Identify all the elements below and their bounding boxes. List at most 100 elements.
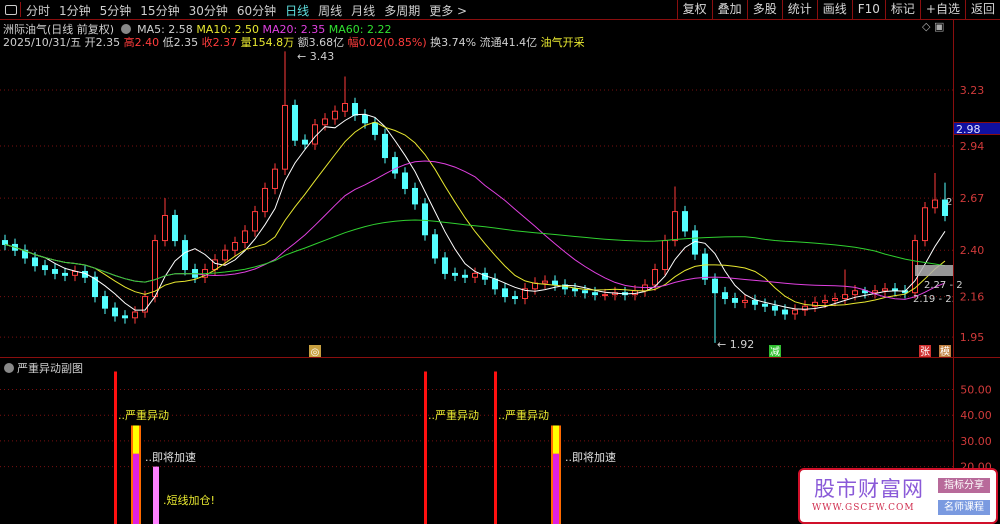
candle-body bbox=[662, 240, 668, 271]
candle-body bbox=[282, 104, 288, 170]
add-position-signal-bar bbox=[153, 466, 159, 524]
accelerate-signal-base bbox=[553, 453, 559, 524]
candle-body bbox=[332, 110, 338, 120]
candle-body bbox=[262, 187, 268, 213]
range-label-2: 2.19 - 2. bbox=[913, 294, 955, 305]
candle-body bbox=[672, 211, 678, 242]
mark-button[interactable]: 标记 bbox=[884, 0, 920, 19]
signal-label: ..即将加速 bbox=[565, 451, 616, 464]
restore-rights-button[interactable]: 复权 bbox=[676, 0, 712, 19]
candle-body bbox=[682, 211, 688, 232]
y-axis-line bbox=[953, 20, 954, 524]
candle-body bbox=[442, 257, 448, 274]
candle-body bbox=[572, 288, 578, 292]
candle-body bbox=[342, 103, 348, 112]
candle-body bbox=[452, 272, 458, 276]
y-tick-label: 2.16 bbox=[960, 291, 985, 304]
candle-body bbox=[502, 288, 508, 298]
candle-body bbox=[272, 168, 278, 189]
y-tick-label: 3.23 bbox=[960, 84, 985, 97]
candle-body bbox=[392, 157, 398, 174]
candle-body bbox=[252, 211, 258, 232]
back-button[interactable]: 返回 bbox=[964, 0, 1000, 19]
candle-body bbox=[42, 265, 48, 271]
candle-body bbox=[832, 297, 838, 301]
candle-body bbox=[292, 104, 298, 141]
signal-label: .短线加仓! bbox=[163, 493, 215, 507]
candle-body bbox=[372, 122, 378, 135]
candle-body bbox=[112, 307, 118, 317]
panel-toggle-icon[interactable] bbox=[2, 2, 21, 17]
candle-body bbox=[232, 242, 238, 251]
candle-body bbox=[62, 272, 68, 276]
candle-body bbox=[762, 303, 768, 307]
y-tick-label: 2.67 bbox=[960, 192, 985, 205]
signal-label: ..即将加速 bbox=[145, 451, 196, 464]
candle-body bbox=[722, 292, 728, 299]
candle-body bbox=[32, 257, 38, 267]
signal-label: ..严重异动 bbox=[498, 408, 549, 422]
candle-body bbox=[882, 288, 888, 292]
candle-body bbox=[152, 240, 158, 298]
tab-multi-period[interactable]: 多周期 bbox=[384, 2, 420, 19]
right-buttons: 复权 叠加 多股 统计 画线 F10 标记 +自选 返回 bbox=[676, 0, 1000, 19]
tab-more[interactable]: 更多 > bbox=[429, 2, 467, 19]
candle-body bbox=[772, 305, 778, 311]
candle-body bbox=[352, 103, 358, 116]
candle-body bbox=[732, 297, 738, 303]
accelerate-signal-top bbox=[553, 425, 559, 454]
candle-body bbox=[472, 272, 478, 278]
y-tick-label: 2.40 bbox=[960, 244, 985, 257]
candle-body bbox=[402, 172, 408, 189]
accelerate-signal-top bbox=[133, 425, 139, 454]
draw-line-button[interactable]: 画线 bbox=[816, 0, 852, 19]
price-chart[interactable]: 3.23 2.94 2.67 2.40 2.16 1.95 ← 3.43 ← 1.92 2.27… bbox=[0, 20, 1000, 358]
candle-body bbox=[592, 292, 598, 296]
last-marker-label: 2 bbox=[946, 197, 952, 208]
y-tick-label: 30.00 bbox=[960, 435, 992, 448]
candle-body bbox=[322, 118, 328, 126]
tab-weekly[interactable]: 周线 bbox=[318, 2, 342, 19]
watermark-url: WWW.GSCFW.COM bbox=[812, 503, 915, 513]
tab-60min[interactable]: 60分钟 bbox=[237, 2, 276, 19]
tab-daily[interactable]: 日线 bbox=[285, 2, 309, 19]
tab-fenshi[interactable]: 分时 bbox=[26, 2, 50, 19]
y-tick-label: 40.00 bbox=[960, 409, 992, 422]
tab-monthly[interactable]: 月线 bbox=[351, 2, 375, 19]
watermark-tag1: 指标分享 bbox=[938, 478, 990, 493]
y-tick-label: 50.00 bbox=[960, 384, 992, 397]
candle-body bbox=[382, 133, 388, 159]
statistics-button[interactable]: 统计 bbox=[781, 0, 817, 19]
tab-5min[interactable]: 5分钟 bbox=[100, 2, 132, 19]
candle-body bbox=[182, 240, 188, 271]
watermark-logo: 股市财富网 WWW.GSCFW.COM 指标分享 名师课程 bbox=[798, 468, 998, 524]
candle-body bbox=[512, 296, 518, 299]
tab-30min[interactable]: 30分钟 bbox=[189, 2, 228, 19]
signal-label: ..严重异动 bbox=[118, 408, 169, 422]
candle-body bbox=[2, 240, 8, 245]
add-watchlist-button[interactable]: +自选 bbox=[919, 0, 965, 19]
candle-body bbox=[492, 278, 498, 290]
candle-body bbox=[742, 299, 748, 303]
severe-signal-bar bbox=[494, 371, 497, 524]
candle-body bbox=[712, 278, 718, 294]
candle-body bbox=[922, 207, 928, 242]
range-label-1: 2.27 - 2 bbox=[924, 280, 963, 291]
candle-body bbox=[412, 187, 418, 205]
candle-body bbox=[172, 214, 178, 242]
severe-signal-bar bbox=[114, 371, 117, 524]
f10-button[interactable]: F10 bbox=[851, 0, 885, 19]
candle-body bbox=[652, 269, 658, 286]
multi-stock-button[interactable]: 多股 bbox=[746, 0, 782, 19]
candle-body bbox=[432, 234, 438, 259]
max-price-label: ← 3.43 bbox=[297, 50, 334, 63]
tab-15min[interactable]: 15分钟 bbox=[140, 2, 179, 19]
candle-body bbox=[582, 290, 588, 294]
candle-body bbox=[702, 253, 708, 280]
tab-1min[interactable]: 1分钟 bbox=[59, 2, 91, 19]
candle-body bbox=[422, 203, 428, 236]
min-price-label: ← 1.92 bbox=[717, 338, 754, 351]
candle-body bbox=[542, 280, 548, 284]
candle-body bbox=[52, 269, 58, 274]
overlay-button[interactable]: 叠加 bbox=[711, 0, 747, 19]
